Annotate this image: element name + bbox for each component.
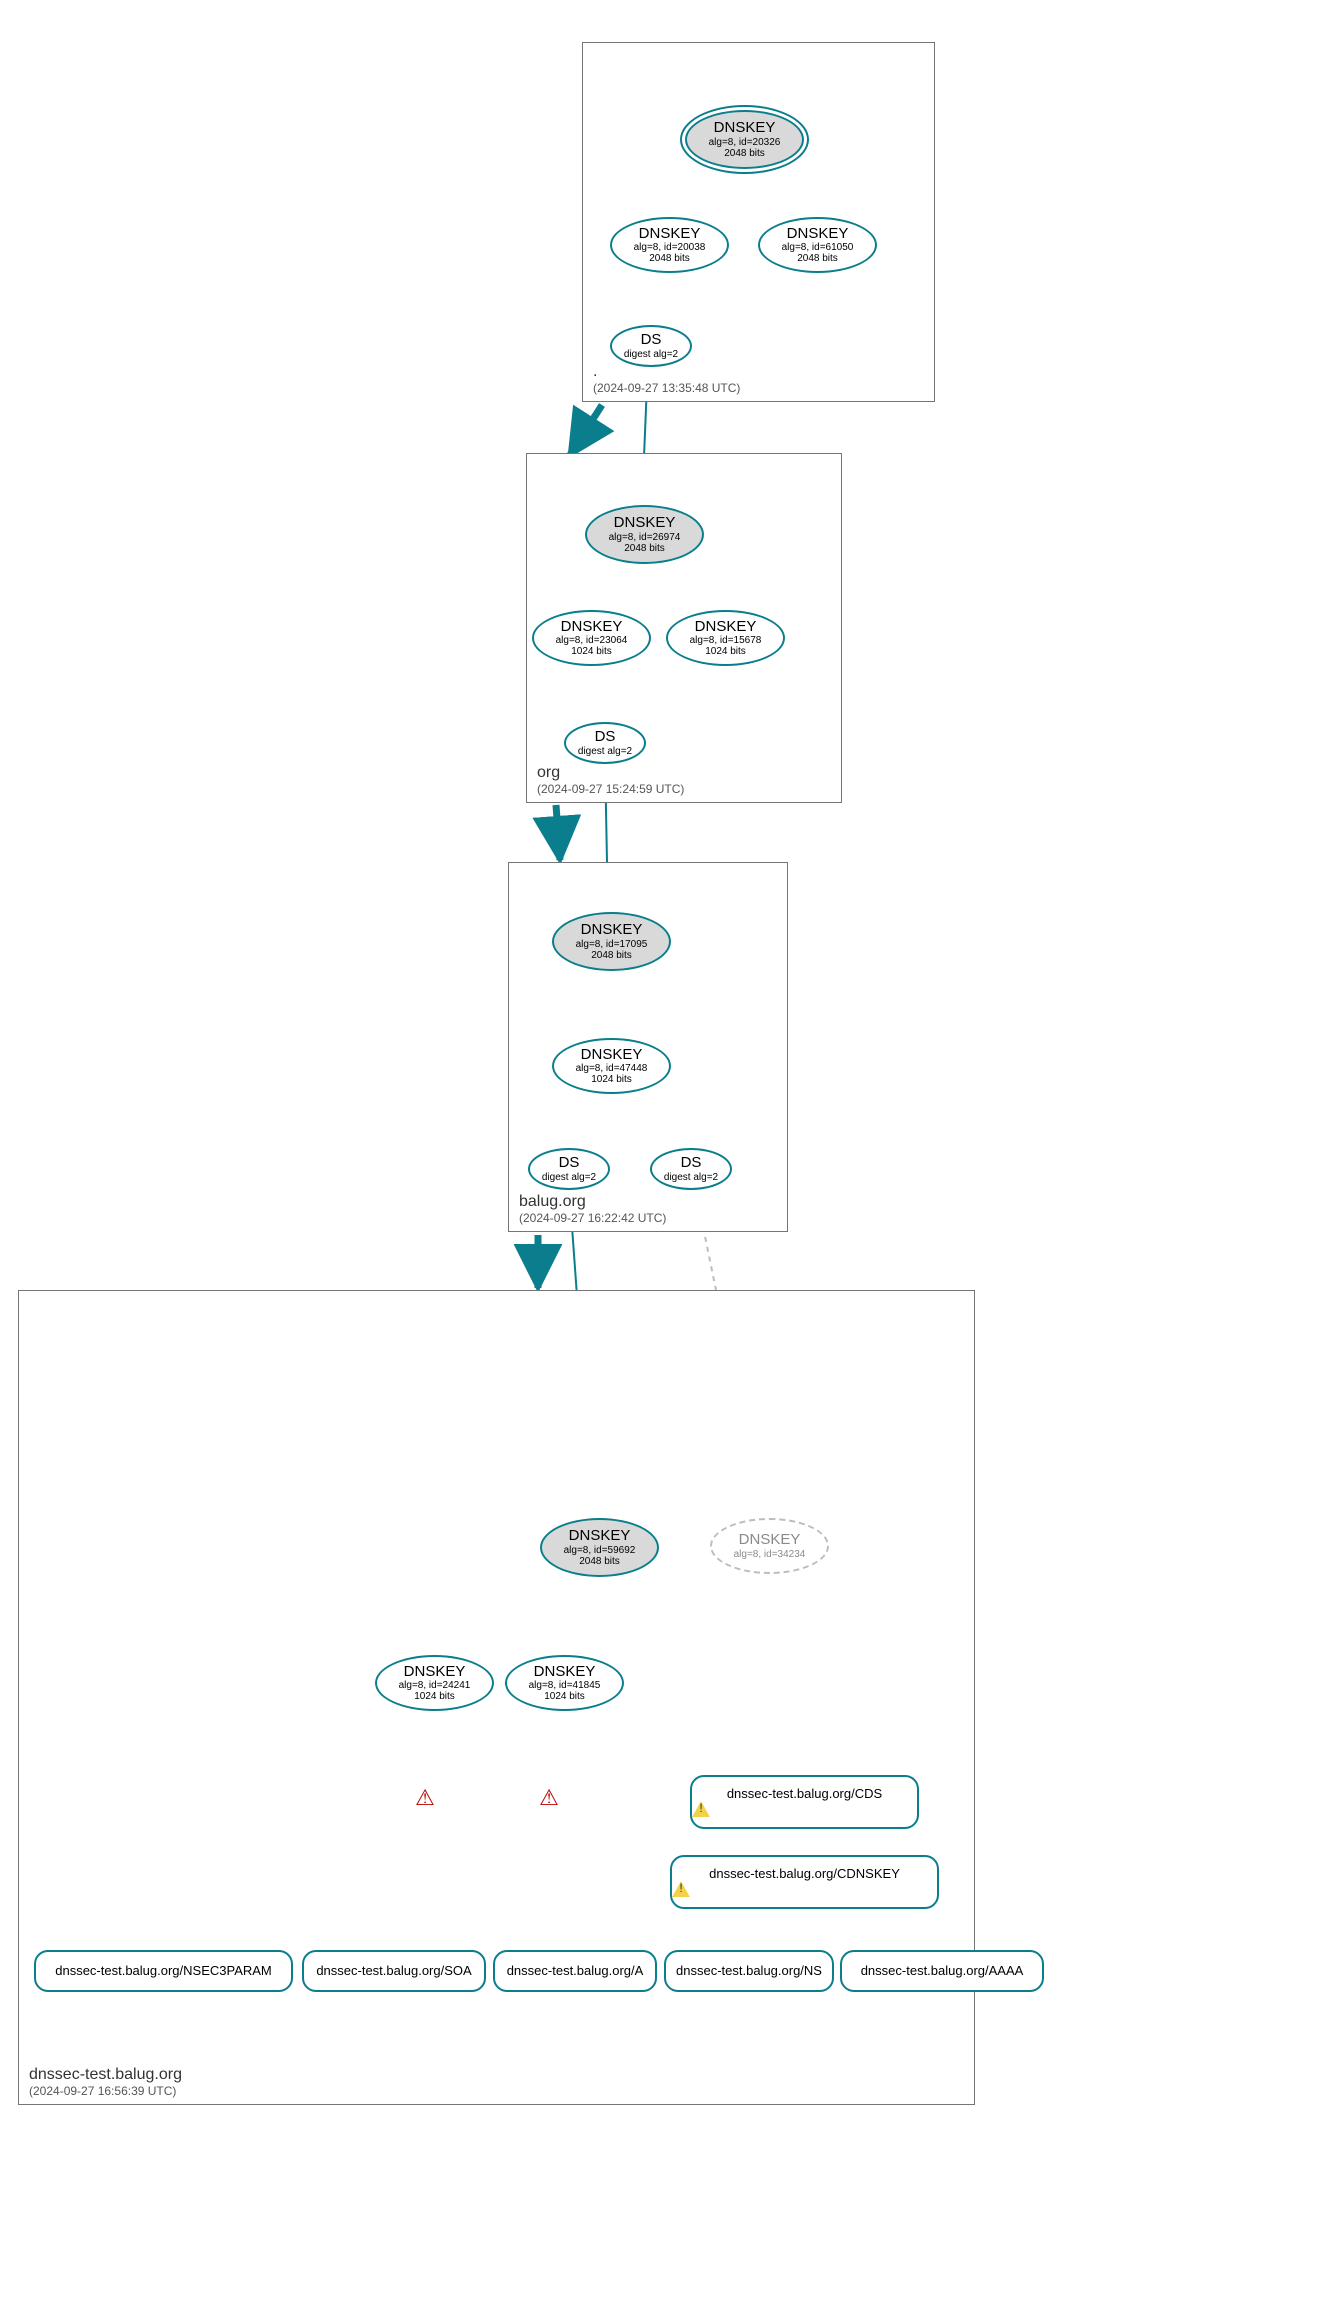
balug-zsk: DNSKEY alg=8, id=47448 1024 bits [552,1038,671,1094]
warning-icon: ⚠ [536,1785,562,1811]
rr-soa: dnssec-test.balug.org/SOA [302,1950,486,1992]
org-ds: DS digest alg=2 [564,722,646,764]
zone-org-title: org [537,764,684,782]
org-zsk1: DNSKEY alg=8, id=23064 1024 bits [532,610,651,666]
balug-ds2: DS digest alg=2 [650,1148,732,1190]
balug-ksk: DNSKEY alg=8, id=17095 2048 bits [552,912,671,971]
zone-dnssec-time: (2024-09-27 16:56:39 UTC) [29,2084,182,2098]
rr-a: dnssec-test.balug.org/A [493,1950,657,1992]
rr-cdnskey: dnssec-test.balug.org/CDNSKEY [670,1855,939,1909]
rr-ns: dnssec-test.balug.org/NS [664,1950,834,1992]
root-ksk: DNSKEY alg=8, id=20326 2048 bits [685,110,804,169]
warning-yellow-icon [672,1881,690,1897]
balug-ds1: DS digest alg=2 [528,1148,610,1190]
zone-org-time: (2024-09-27 15:24:59 UTC) [537,782,684,796]
dnssec-extra: DNSKEY alg=8, id=34234 [710,1518,829,1574]
zone-balug-title: balug.org [519,1193,666,1211]
zone-root-title: . [593,363,740,381]
zone-root-time: (2024-09-27 13:35:48 UTC) [593,381,740,395]
rr-aaaa: dnssec-test.balug.org/AAAA [840,1950,1044,1992]
dnssec-ksk: DNSKEY alg=8, id=59692 2048 bits [540,1518,659,1577]
dnssec-zsk2: DNSKEY alg=8, id=41845 1024 bits [505,1655,624,1711]
dnssec-zsk1: DNSKEY alg=8, id=24241 1024 bits [375,1655,494,1711]
org-ksk: DNSKEY alg=8, id=26974 2048 bits [585,505,704,564]
root-zsk2: DNSKEY alg=8, id=61050 2048 bits [758,217,877,273]
rr-nsec3: dnssec-test.balug.org/NSEC3PARAM [34,1950,293,1992]
warning-icon: ⚠ [412,1785,438,1811]
warning-yellow-icon [692,1801,710,1817]
zone-dnssec-title: dnssec-test.balug.org [29,2066,182,2084]
org-zsk2: DNSKEY alg=8, id=15678 1024 bits [666,610,785,666]
root-ds: DS digest alg=2 [610,325,692,367]
root-zsk1: DNSKEY alg=8, id=20038 2048 bits [610,217,729,273]
rr-cds: dnssec-test.balug.org/CDS [690,1775,919,1829]
zone-balug-time: (2024-09-27 16:22:42 UTC) [519,1211,666,1225]
